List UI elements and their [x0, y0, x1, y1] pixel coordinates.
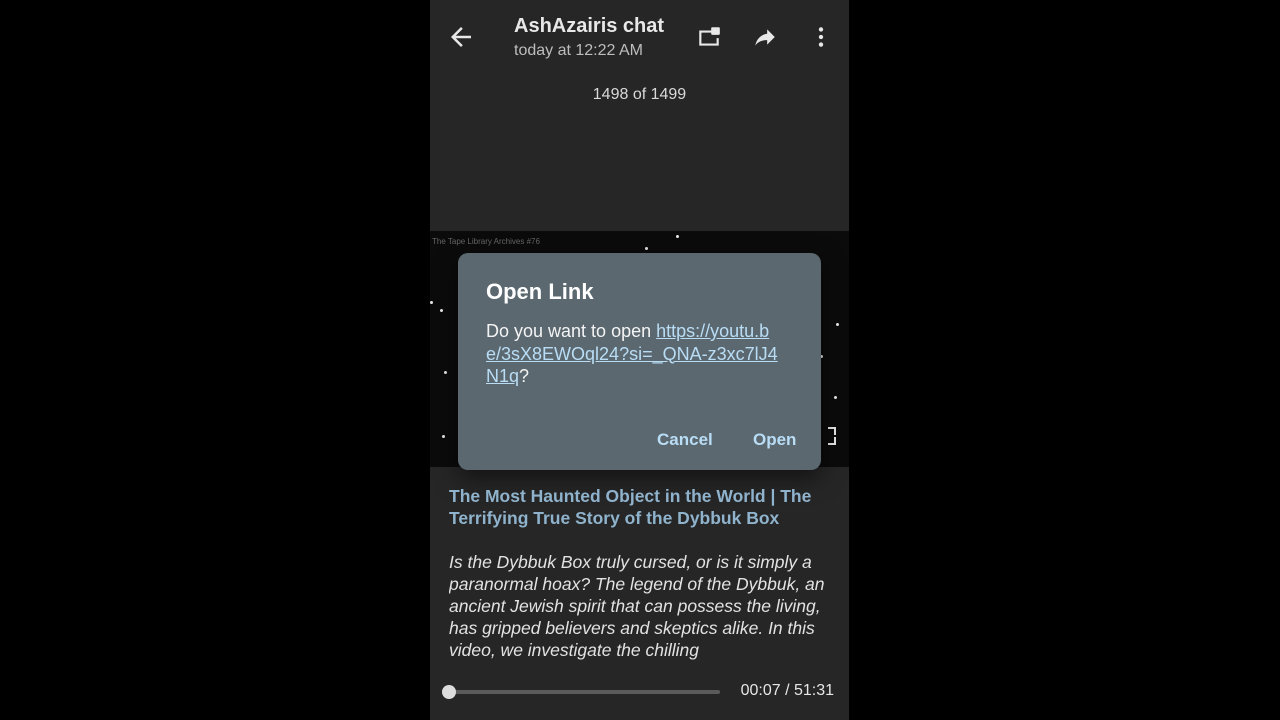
picture-in-picture-icon[interactable] [696, 24, 722, 50]
header-bar: AshAzairis chat today at 12:22 AM [430, 0, 849, 76]
star [444, 371, 447, 374]
video-overlay-text: The Tape Library Archives #76 [432, 237, 540, 246]
star [834, 396, 837, 399]
star [645, 247, 648, 250]
star [440, 309, 443, 312]
star [430, 301, 433, 304]
open-link-dialog: Open Link Do you want to open https://yo… [458, 253, 821, 470]
cancel-button[interactable]: Cancel [657, 430, 713, 450]
video-description: Is the Dybbuk Box truly cursed, or is it… [449, 552, 825, 660]
progress-thumb[interactable] [441, 685, 456, 699]
open-button[interactable]: Open [753, 430, 796, 450]
dialog-message: Do you want to open https://youtu.be/3sX… [486, 320, 781, 388]
star [442, 435, 445, 438]
dialog-prompt: Do you want to open [486, 321, 657, 341]
video-title-link[interactable]: The Most Haunted Object in the World | T… [449, 485, 829, 529]
share-forward-icon[interactable] [751, 24, 779, 50]
playback-time: 00:07 / 51:31 [740, 682, 834, 699]
more-vertical-icon[interactable] [808, 24, 834, 50]
chat-title: AshAzairis chat [514, 15, 665, 37]
phone-screen: AshAzairis chat today at 12:22 AM 1498 o… [430, 0, 849, 720]
dialog-suffix: ? [519, 366, 530, 386]
dialog-title: Open Link [486, 279, 594, 304]
star [676, 235, 679, 238]
progress-bar[interactable] [441, 685, 720, 699]
media-counter: 1498 of 1499 [592, 86, 687, 103]
back-arrow-icon[interactable] [446, 22, 476, 52]
message-timestamp: today at 12:22 AM [514, 42, 643, 59]
star [836, 323, 839, 326]
